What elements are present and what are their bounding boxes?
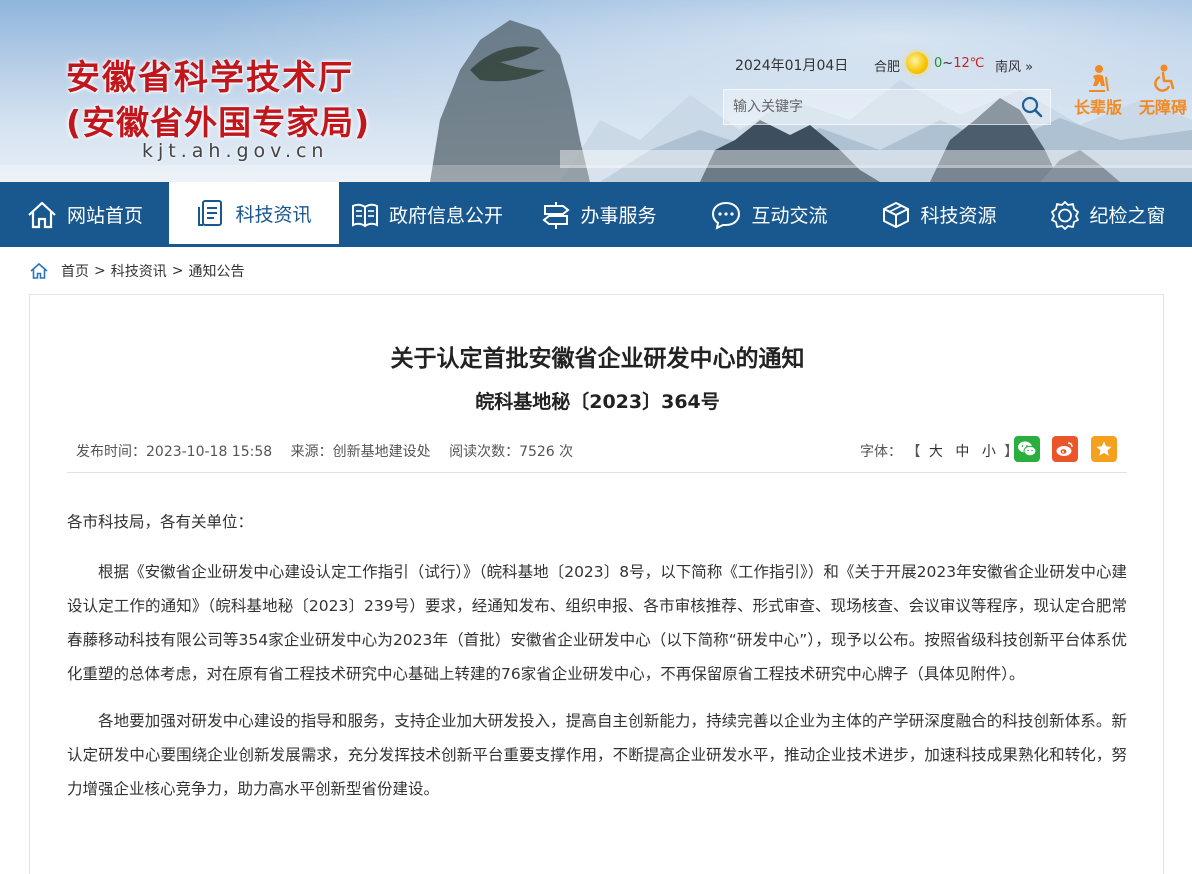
current-date: 2024年01月04日	[735, 58, 849, 74]
breadcrumb-separator: >	[94, 263, 106, 279]
nav-item-gov-info[interactable]: 政府信息公开	[339, 182, 514, 247]
article-panel: 关于认定首批安徽省企业研发中心的通知 皖科基地秘〔2023〕364号 发布时间：…	[29, 294, 1164, 874]
search-box	[723, 89, 1051, 125]
book-icon	[351, 203, 378, 227]
article-meta: 发布时间：2023-10-18 15:58 来源：创新基地建设处 阅读次数：75…	[76, 441, 587, 461]
breadcrumb-notices-link[interactable]: 通知公告	[188, 261, 244, 281]
badge-icon	[1051, 200, 1080, 230]
font-medium-button[interactable]: 中	[955, 444, 969, 460]
nav-item-label: 科技资讯	[235, 203, 312, 226]
nav-item-resources[interactable]: 科技资源	[854, 182, 1024, 247]
header-banner: 安徽省科学技术厅 (安徽省外国专家局) kjt.ah.gov.cn 2024年0…	[0, 0, 1192, 182]
view-count: 阅读次数：7526 次	[449, 444, 574, 460]
breadcrumb-separator: >	[171, 263, 184, 279]
box-icon	[883, 201, 910, 228]
weather-city: 合肥	[874, 60, 901, 75]
article-source: 来源：创新基地建设处	[290, 444, 431, 460]
home-icon	[28, 201, 56, 228]
article-title: 关于认定首批安徽省企业研发中心的通知	[390, 346, 805, 372]
site-subtitle: (安徽省外国专家局)	[66, 103, 371, 142]
temp-separator: ~	[942, 56, 954, 71]
nav-item-label: 纪检之窗	[1089, 205, 1166, 227]
star-icon	[1096, 441, 1112, 456]
font-small-button[interactable]: 小	[982, 444, 996, 460]
nav-item-label: 网站首页	[66, 205, 143, 227]
weibo-icon	[1056, 442, 1073, 456]
elder-icon	[1089, 65, 1109, 92]
article-paragraph: 各地要加强对研发中心建设的指导和服务，支持企业加大研发投入，提高自主创新能力，持…	[67, 712, 1127, 798]
share-weibo-button[interactable]	[1052, 436, 1078, 462]
publish-time: 发布时间：2023-10-18 15:58	[76, 444, 273, 460]
nav-item-discipline[interactable]: 纪检之窗	[1024, 182, 1192, 247]
nav-item-label: 政府信息公开	[388, 205, 503, 227]
font-bracket-open: 【	[906, 444, 921, 460]
breadcrumb-tech-news-link[interactable]: 科技资讯	[111, 261, 167, 281]
signpost-icon	[542, 201, 571, 229]
article-body: 各市科技局，各有关单位： 根据《安徽省企业研发中心建设认定工作指引（试行）》（皖…	[67, 505, 1127, 819]
elder-mode-button[interactable]: 长辈版	[1074, 64, 1122, 118]
wheelchair-icon	[1154, 64, 1175, 92]
elder-mode-label: 长辈版	[1074, 98, 1123, 117]
weather-temperature: 0~12℃	[934, 56, 984, 71]
article-paragraph: 根据《安徽省企业研发中心建设认定工作指引（试行）》（皖科基地〔2023〕8号，以…	[67, 563, 1127, 683]
search-icon[interactable]	[1020, 95, 1044, 119]
document-icon	[198, 200, 223, 226]
nav-item-label: 互动交流	[751, 205, 828, 227]
nav-item-home[interactable]: 网站首页	[0, 182, 169, 247]
nav-item-interaction[interactable]: 互动交流	[684, 182, 854, 247]
nav-item-label: 办事服务	[580, 205, 657, 227]
share-wechat-button[interactable]	[1014, 436, 1040, 462]
wechat-icon	[1018, 441, 1037, 457]
nav-item-label: 科技资源	[920, 205, 997, 227]
search-input[interactable]	[724, 90, 1014, 124]
favorite-button[interactable]	[1091, 436, 1117, 462]
nav-item-tech-news[interactable]: 科技资讯	[169, 182, 339, 244]
breadcrumb: 首页 > 科技资讯 > 通知公告	[29, 261, 244, 281]
font-large-button[interactable]: 大	[929, 444, 943, 460]
breadcrumb-home-link[interactable]: 首页	[61, 261, 89, 281]
article-salutation: 各市科技局，各有关单位：	[67, 513, 254, 531]
font-size-label: 字体：	[860, 444, 902, 460]
article-doc-number: 皖科基地秘〔2023〕364号	[475, 391, 720, 413]
accessibility-button[interactable]: 无障碍	[1139, 64, 1187, 118]
home-icon	[30, 262, 48, 279]
chat-icon	[712, 201, 741, 230]
font-size-control: 字体： 【 大 中 小 】	[860, 441, 1018, 461]
weather-wind-link[interactable]: 南风 »	[995, 56, 1033, 75]
site-domain: kjt.ah.gov.cn	[142, 140, 329, 162]
sun-icon	[906, 52, 928, 74]
accessibility-label: 无障碍	[1139, 98, 1188, 117]
main-nav: 网站首页 科技资讯 政府信息公开 办事服务 互动交流 科技资源 纪检之窗	[0, 182, 1192, 247]
temp-high: 12℃	[953, 56, 985, 71]
meta-divider	[67, 472, 1127, 473]
nav-item-services[interactable]: 办事服务	[514, 182, 684, 247]
site-title: 安徽省科学技术厅	[66, 58, 354, 98]
